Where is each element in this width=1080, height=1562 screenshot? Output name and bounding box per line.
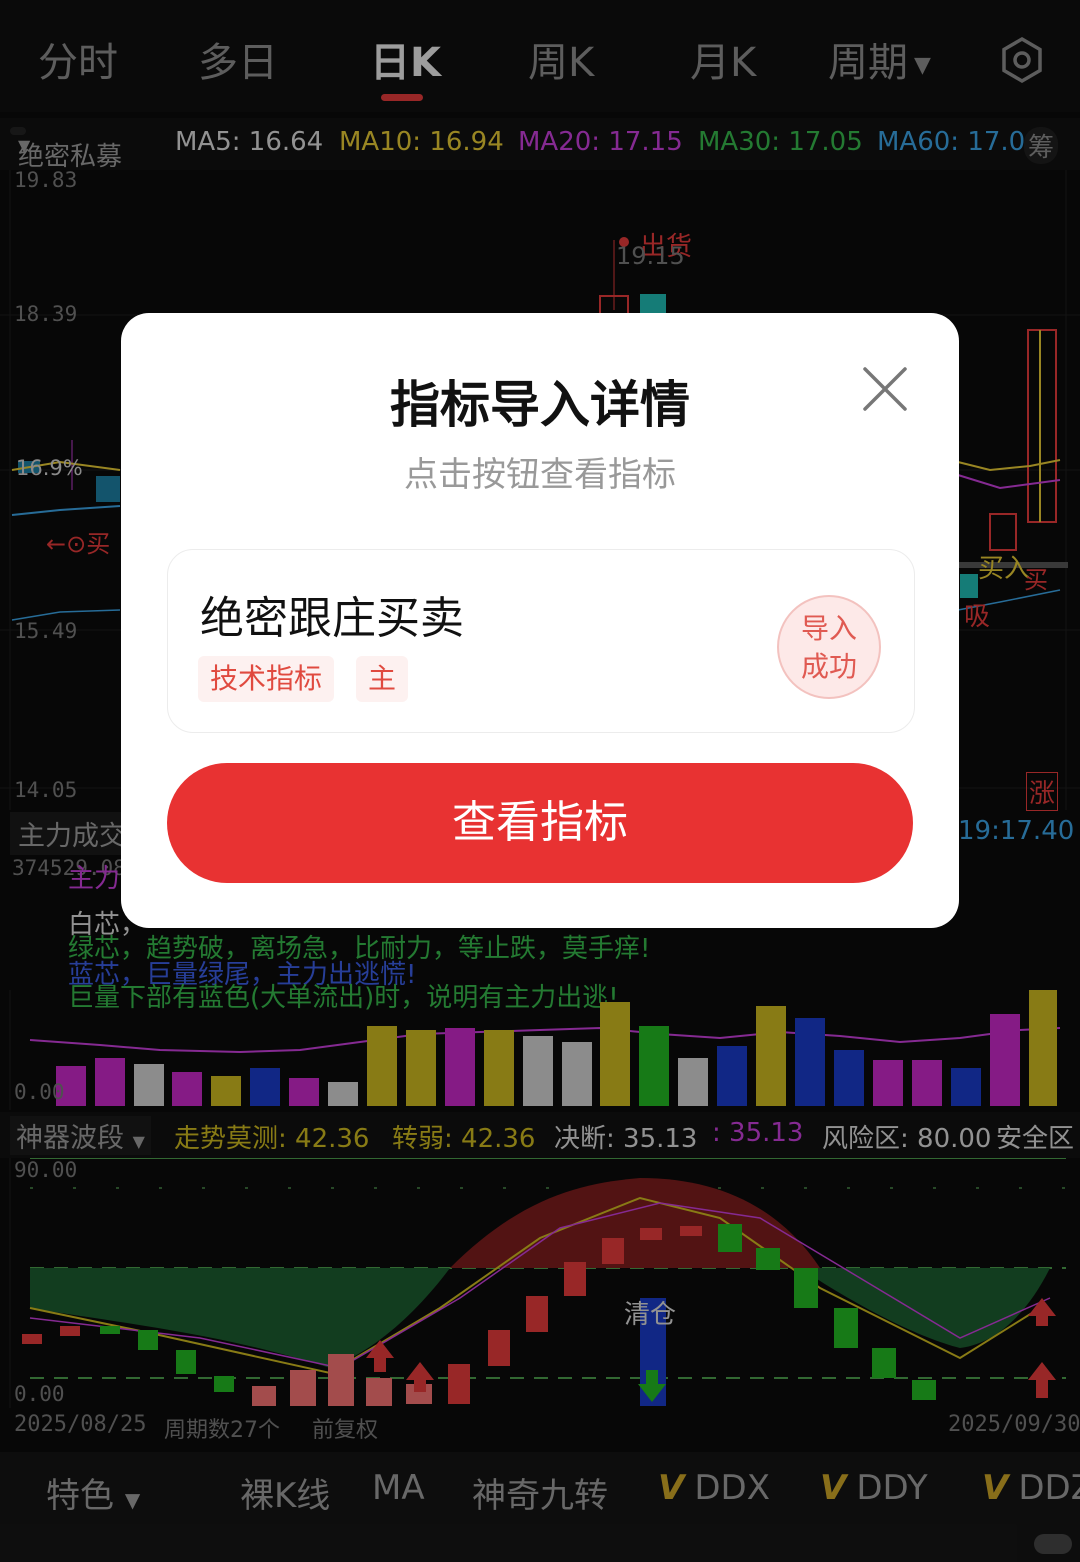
import-status-line2: 成功	[800, 650, 857, 683]
view-indicator-button[interactable]: 查看指标	[167, 763, 913, 883]
dialog-title: 指标导入详情	[390, 376, 690, 434]
import-success-badge: 导入 成功	[777, 595, 881, 699]
indicator-name: 绝密跟庄买卖	[200, 593, 464, 644]
dialog-subtitle: 点击按钮查看指标	[404, 455, 676, 495]
import-status-line1: 导入	[800, 612, 857, 645]
tag-main-chart: 主	[356, 656, 409, 702]
app-root: 分时 多日 日K 周K 月K 周期 ▼ 绝密私募 ▼ MA5: 16.64 MA1…	[0, 0, 1080, 1562]
import-detail-dialog: 指标导入详情 点击按钮查看指标 绝密跟庄买卖 技术指标 主 导入 成功 查看指标	[121, 313, 959, 928]
tag-technical-indicator: 技术指标	[198, 656, 335, 702]
indicator-card: 绝密跟庄买卖 技术指标 主 导入 成功	[167, 549, 915, 733]
close-icon[interactable]	[859, 363, 911, 415]
